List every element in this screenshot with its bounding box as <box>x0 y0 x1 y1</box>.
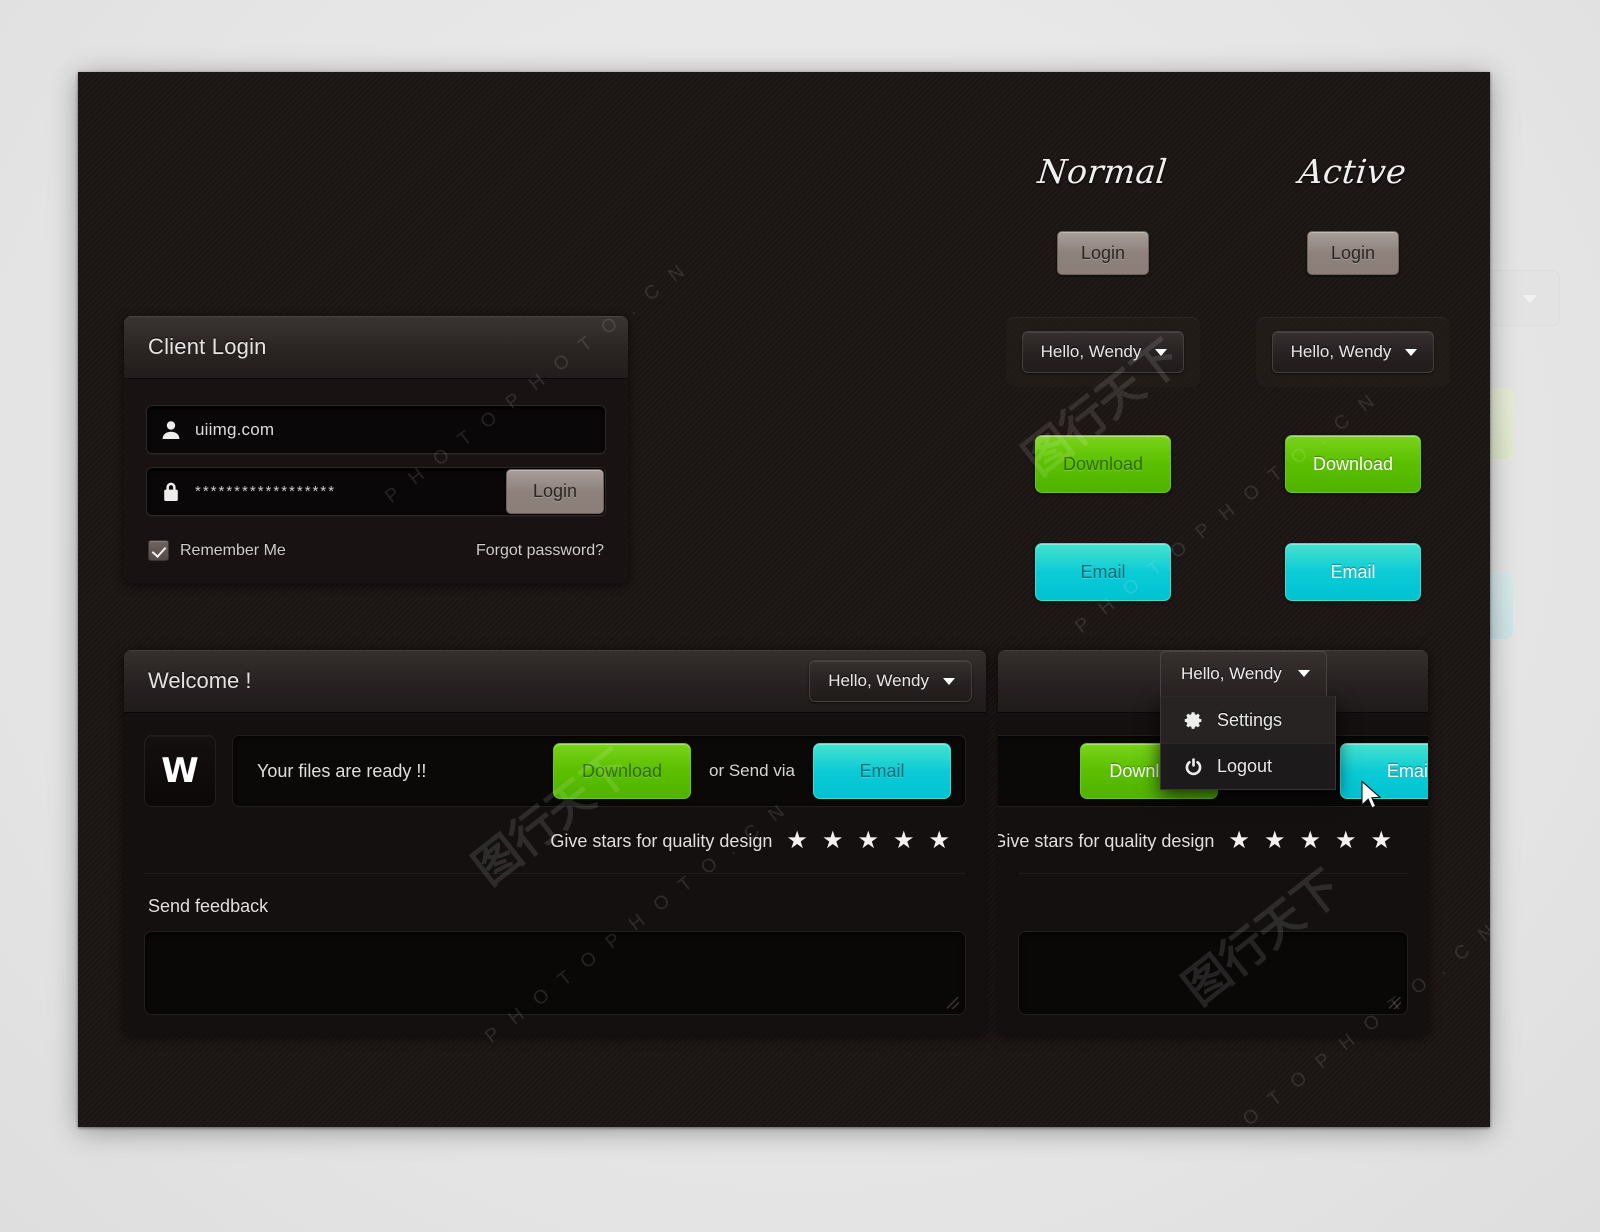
showcase-user-dropdown-normal[interactable]: Hello, Wendy <box>1021 331 1185 373</box>
remember-me-checkbox[interactable]: Remember Me <box>148 540 286 561</box>
chevron-down-icon <box>1405 348 1418 356</box>
rating-row-duplicate: Give stars for quality design ★ ★ ★ ★ ★ <box>998 807 1408 874</box>
chevron-down-icon <box>1297 670 1310 677</box>
state-label-active: Active <box>1297 152 1409 191</box>
login-card-body: uiimg.com ****************** Login Remem… <box>124 379 628 583</box>
welcome-card: Welcome ! Hello, Wendy W Your files are … <box>124 650 986 1035</box>
feedback-label: Send feedback <box>148 896 269 916</box>
user-dropdown[interactable]: Hello, Wendy <box>809 660 972 702</box>
user-menu-trigger[interactable]: Hello, Wendy <box>1160 650 1327 696</box>
brand-logo: W <box>144 735 216 807</box>
lock-icon <box>147 480 195 503</box>
download-button[interactable]: Download <box>553 743 691 799</box>
files-ready-message: Your files are ready !! <box>257 760 427 781</box>
user-menu-list: Settings Logout <box>1160 696 1336 790</box>
showcase-column-active: Active Login Hello, Wendy Download Email <box>1228 152 1478 601</box>
welcome-card-header: Welcome ! Hello, Wendy <box>124 650 986 713</box>
menu-item-settings[interactable]: Settings <box>1161 697 1335 743</box>
feedback-textarea-duplicate[interactable] <box>1018 931 1408 1015</box>
gear-icon <box>1183 710 1204 731</box>
showcase-dropdown-label-active: Hello, Wendy <box>1290 342 1392 361</box>
client-login-card: Client Login uiimg.com *****************… <box>124 316 628 583</box>
menu-item-logout[interactable]: Logout <box>1161 743 1335 789</box>
login-card-header: Client Login <box>124 316 628 379</box>
user-icon <box>147 419 195 441</box>
email-button[interactable]: Email <box>813 743 951 799</box>
checkbox-icon <box>148 540 169 561</box>
forgot-password-link[interactable]: Forgot password? <box>476 542 604 560</box>
remember-me-label: Remember Me <box>180 541 286 559</box>
rating-label: Give stars for quality design <box>550 830 773 851</box>
power-icon <box>1183 756 1204 777</box>
star-icon[interactable]: ★ <box>928 829 950 853</box>
chevron-down-icon <box>1155 348 1168 356</box>
rating-label-duplicate: Give stars for quality design <box>998 830 1215 851</box>
page-title: Client Login <box>148 334 267 359</box>
button-states-showcase: Normal Login Hello, Wendy Download Email… <box>978 152 1478 601</box>
star-icon[interactable]: ★ <box>893 829 915 853</box>
star-icon[interactable]: ★ <box>1299 829 1321 853</box>
files-ready-bar: Your files are ready !! Download or Send… <box>232 735 966 807</box>
star-icon[interactable]: ★ <box>857 829 879 853</box>
user-menu: Hello, Wendy Settings Logout <box>1160 650 1336 790</box>
showcase-dropdown-label-normal: Hello, Wendy <box>1040 342 1142 361</box>
star-icon[interactable]: ★ <box>1228 829 1250 853</box>
chevron-down-icon <box>943 677 955 685</box>
user-menu-trigger-label: Hello, Wendy <box>1181 663 1282 683</box>
send-via-label: or Send via <box>709 761 795 780</box>
password-value: ****************** <box>195 483 337 500</box>
email-button-duplicate[interactable]: Email <box>1340 743 1428 799</box>
showcase-download-button-active[interactable]: Download <box>1285 435 1421 493</box>
star-rating[interactable]: ★ ★ ★ ★ ★ <box>786 829 950 853</box>
username-field[interactable]: uiimg.com <box>146 405 606 454</box>
showcase-login-button-active[interactable]: Login <box>1307 231 1399 275</box>
star-icon[interactable]: ★ <box>786 829 808 853</box>
showcase-email-button-normal[interactable]: Email <box>1035 543 1171 601</box>
showcase-login-button-normal[interactable]: Login <box>1057 231 1149 275</box>
username-value: uiimg.com <box>195 419 275 439</box>
showcase-user-dropdown-active[interactable]: Hello, Wendy <box>1271 331 1435 373</box>
star-icon[interactable]: ★ <box>1264 829 1286 853</box>
showcase-row: Normal Login Hello, Wendy Download Email… <box>978 152 1478 601</box>
login-card-footer: Remember Me Forgot password? <box>146 540 606 561</box>
feedback-textarea[interactable] <box>144 931 966 1015</box>
welcome-card-body: W Your files are ready !! Download or Se… <box>124 713 986 1035</box>
star-icon[interactable]: ★ <box>822 829 844 853</box>
star-icon[interactable]: ★ <box>1335 829 1357 853</box>
showcase-column-normal: Normal Login Hello, Wendy Download Email <box>978 152 1228 601</box>
showcase-dropdown-wrapper-active: Hello, Wendy <box>1255 317 1451 387</box>
password-field[interactable]: ****************** Login <box>146 467 606 516</box>
user-dropdown-label: Hello, Wendy <box>828 671 929 690</box>
star-rating-duplicate[interactable]: ★ ★ ★ ★ ★ <box>1228 829 1392 853</box>
dark-canvas: Client Login uiimg.com *****************… <box>78 72 1490 1127</box>
state-label-normal: Normal <box>1036 152 1170 191</box>
menu-item-label: Logout <box>1217 756 1273 776</box>
login-button[interactable]: Login <box>506 469 604 514</box>
showcase-download-button-normal[interactable]: Download <box>1035 435 1171 493</box>
message-row: W Your files are ready !! Download or Se… <box>144 735 966 807</box>
showcase-email-button-active[interactable]: Email <box>1285 543 1421 601</box>
star-icon[interactable]: ★ <box>1370 829 1392 853</box>
welcome-title: Welcome ! <box>148 668 252 693</box>
showcase-dropdown-wrapper-normal: Hello, Wendy <box>1005 317 1201 387</box>
rating-row: Give stars for quality design ★ ★ ★ ★ ★ <box>144 807 966 874</box>
menu-item-label: Settings <box>1217 709 1283 730</box>
